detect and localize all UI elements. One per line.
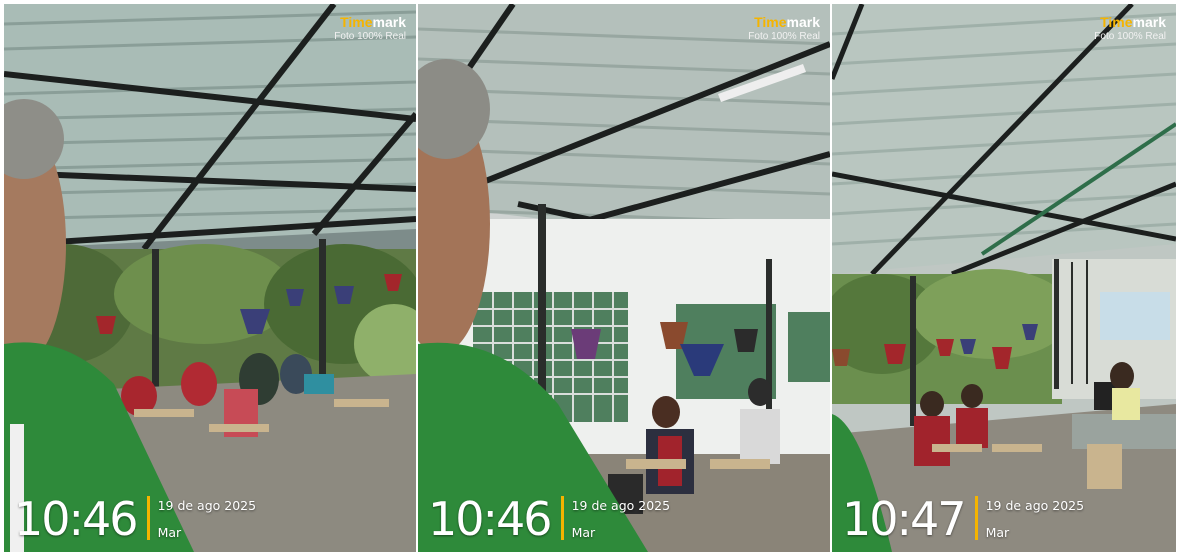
timestamp-day: Mar (571, 525, 596, 540)
timestamp-time: 10:46 (14, 492, 139, 546)
brand-subtitle: Foto 100% Real (748, 31, 820, 42)
timestamp-overlay: 10:47 19 de ago 2025 Mar (842, 496, 1084, 542)
brand-part-b: mark (1132, 14, 1166, 30)
timestamp-day: Mar (985, 525, 1010, 540)
timestamp-time: 10:46 (428, 492, 553, 546)
classroom-patio-selfie-image (418, 4, 830, 552)
brand-part-a: Time (1100, 14, 1133, 30)
timestamp-overlay: 10:46 19 de ago 2025 Mar (428, 496, 670, 542)
photo-panel-2: Timemark Foto 100% Real 10:46 19 de ago … (418, 4, 830, 552)
brand-subtitle: Foto 100% Real (334, 31, 406, 42)
photo-panel-1: Timemark Foto 100% Real 10:46 19 de ago … (4, 4, 416, 552)
timestamp-time: 10:47 (842, 492, 967, 546)
timestamp-overlay: 10:46 19 de ago 2025 Mar (14, 496, 256, 542)
timemark-watermark: Timemark Foto 100% Real (1094, 14, 1166, 42)
timestamp-date: 19 de ago 2025 (985, 498, 1085, 513)
brand-part-b: mark (372, 14, 406, 30)
timestamp-separator (560, 496, 564, 540)
timestamp-date: 19 de ago 2025 (157, 498, 257, 513)
brand-part-b: mark (786, 14, 820, 30)
timestamp-date: 19 de ago 2025 (571, 498, 671, 513)
photo-panel-3: Timemark Foto 100% Real 10:47 19 de ago … (832, 4, 1176, 552)
timemark-watermark: Timemark Foto 100% Real (334, 14, 406, 42)
brand-subtitle: Foto 100% Real (1094, 31, 1166, 42)
timestamp-separator (146, 496, 150, 540)
brand-part-a: Time (340, 14, 373, 30)
timestamp-day: Mar (157, 525, 182, 540)
brand-part-a: Time (754, 14, 787, 30)
covered-patio-selfie-image (4, 4, 416, 552)
timemark-watermark: Timemark Foto 100% Real (748, 14, 820, 42)
outdoor-classroom-image (832, 4, 1176, 552)
timestamp-separator (974, 496, 978, 540)
